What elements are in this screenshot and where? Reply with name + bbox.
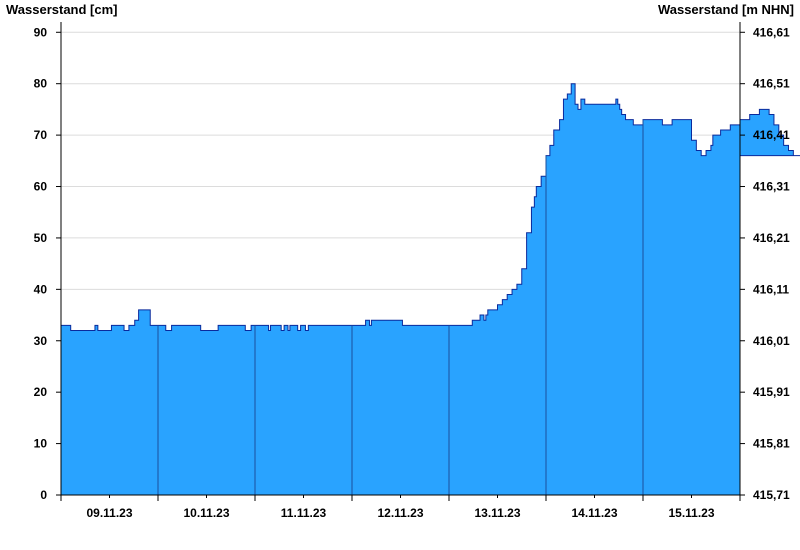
right-tick-label-5: 416,21 <box>753 231 790 245</box>
x-tick-label-4: 13.11.23 <box>474 506 520 520</box>
left-axis-ticks: 0 10 20 30 40 50 60 70 80 90 <box>34 25 61 502</box>
x-tick-label-6: 15.11.23 <box>668 506 714 520</box>
right-tick-label-2: 415,91 <box>753 385 790 399</box>
left-tick-label-60: 60 <box>34 180 48 194</box>
left-tick-label-30: 30 <box>34 334 48 348</box>
right-tick-label-4: 416,11 <box>753 282 789 296</box>
right-axis-ticks: 415,71 415,81 415,91 416,01 416,11 416,21 416,… <box>740 25 790 502</box>
right-tick-label-3: 416,01 <box>753 334 790 348</box>
right-tick-label-8: 416,51 <box>753 77 790 91</box>
left-tick-label-70: 70 <box>34 128 48 142</box>
left-tick-label-50: 50 <box>34 231 48 245</box>
right-tick-label-7: 416,41 <box>753 128 790 142</box>
x-tick-label-1: 10.11.23 <box>183 506 229 520</box>
left-tick-label-80: 80 <box>34 77 48 91</box>
left-tick-label-0: 0 <box>40 488 47 502</box>
x-tick-label-0: 09.11.23 <box>86 506 132 520</box>
water-level-chart: 0102030405060708090 415,71415,81415,9141… <box>6 2 800 520</box>
right-tick-label-0: 415,71 <box>753 488 790 502</box>
left-tick-label-20: 20 <box>34 385 48 399</box>
left-axis-title: Wasserstand [cm] <box>6 2 118 17</box>
right-axis-title: Wasserstand [m NHN] <box>658 2 794 17</box>
left-tick-label-10: 10 <box>34 437 48 451</box>
x-tick-label-5: 14.11.23 <box>571 506 617 520</box>
right-tick-label-1: 415,81 <box>753 437 790 451</box>
x-axis-ticks: 09.11.23 10.11.23 11.11.23 12.11.23 13.11.23… <box>60 495 741 520</box>
x-tick-label-3: 12.11.23 <box>377 506 423 520</box>
left-tick-label-90: 90 <box>34 25 48 39</box>
x-tick-label-2: 11.11.23 <box>281 506 327 520</box>
right-tick-label-9: 416,61 <box>753 25 790 39</box>
left-tick-label-40: 40 <box>34 282 48 296</box>
right-tick-label-6: 416,31 <box>753 180 790 194</box>
